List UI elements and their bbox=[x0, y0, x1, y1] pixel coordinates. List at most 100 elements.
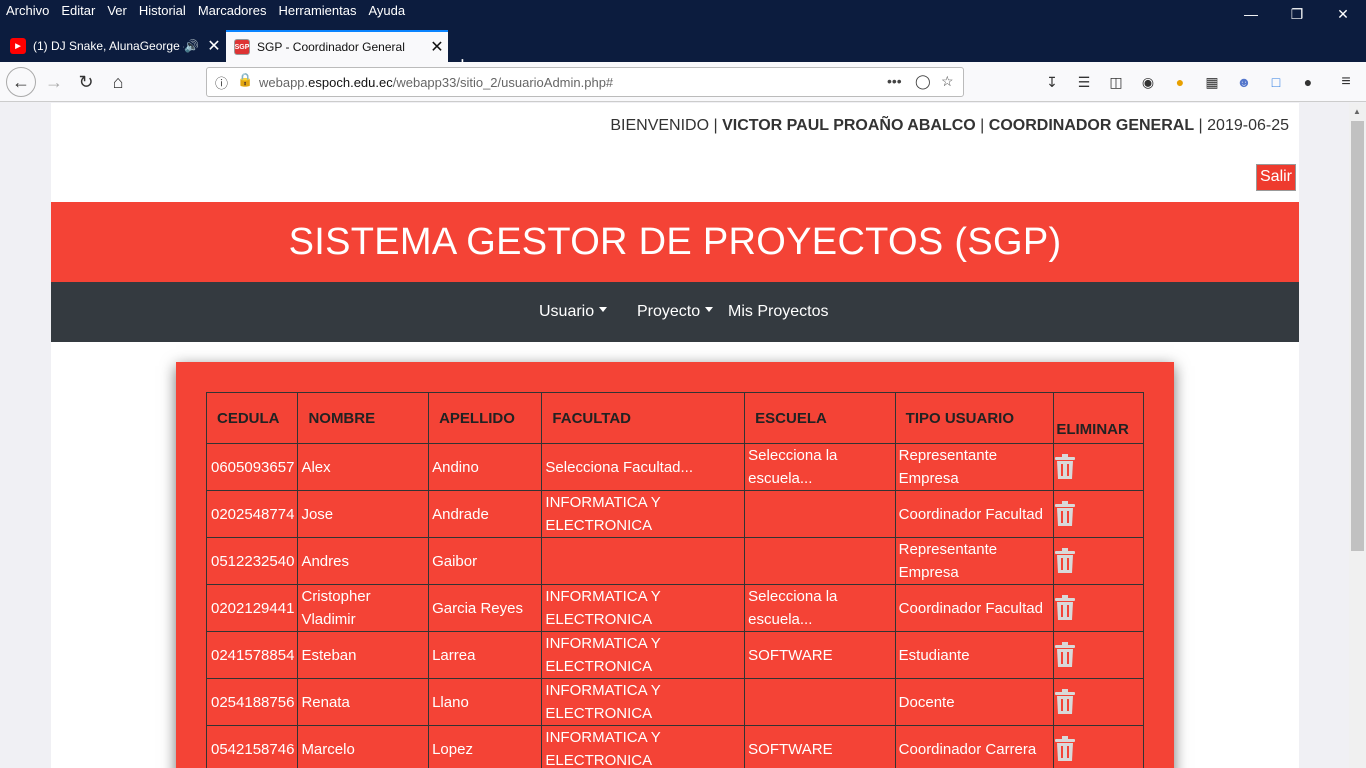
scroll-up-icon[interactable]: ▲ bbox=[1353, 107, 1361, 116]
nav-proyecto-dropdown[interactable]: Proyecto bbox=[637, 303, 714, 321]
delete-cell bbox=[1053, 631, 1144, 679]
facultad-cell: INFORMATICA Y ELECTRONICA bbox=[541, 631, 746, 679]
nombre-cell: Alex bbox=[297, 443, 430, 491]
bookmark-star-icon[interactable]: ☆ bbox=[941, 73, 954, 90]
table-row: 0202129441 Cristopher Vladimir Garcia Reye… bbox=[205, 584, 1144, 632]
apellido-cell: Garcia Reyes bbox=[428, 584, 543, 632]
forward-icon[interactable]: → bbox=[40, 68, 68, 96]
facultad-cell: INFORMATICA Y ELECTRONICA bbox=[541, 490, 746, 538]
table-row: 0254188756 Renata Llano INFORMATICA Y ELECT… bbox=[205, 678, 1144, 726]
translate-icon[interactable]: □ bbox=[1266, 72, 1286, 92]
page-title: SISTEMA GESTOR DE PROYECTOS (SGP) bbox=[288, 220, 1062, 263]
cedula-cell: 0241578854 bbox=[205, 631, 299, 679]
sgp-favicon: SGP bbox=[234, 39, 250, 55]
tab-title: SGP - Coordinador General bbox=[257, 40, 405, 54]
trash-icon[interactable] bbox=[1054, 689, 1076, 715]
cedula-cell: 0512232540 bbox=[205, 537, 299, 585]
trash-icon[interactable] bbox=[1054, 501, 1076, 527]
tipo-usuario-cell: Representante Empresa bbox=[894, 443, 1055, 491]
reload-icon[interactable]: ↻ bbox=[72, 68, 100, 96]
delete-cell bbox=[1053, 725, 1144, 768]
header-tipo-usuario: TIPO USUARIO bbox=[894, 392, 1055, 444]
extension-dots-icon[interactable]: ● bbox=[1298, 72, 1318, 92]
apellido-cell: Lopez bbox=[428, 725, 543, 768]
browser-menubar: Archivo Editar Ver Historial Marcadores … bbox=[0, 0, 1366, 24]
menu-historial[interactable]: Historial bbox=[139, 3, 186, 18]
page-banner: SISTEMA GESTOR DE PROYECTOS (SGP) bbox=[51, 202, 1299, 282]
page-container: BIENVENIDO | VICTOR PAUL PROAÑO ABALCO |… bbox=[51, 103, 1299, 768]
menu-editar[interactable]: Editar bbox=[61, 3, 95, 18]
menu-archivo[interactable]: Archivo bbox=[6, 3, 49, 18]
user-name: VICTOR PAUL PROAÑO ABALCO bbox=[722, 117, 976, 134]
escuela-cell: Selecciona la escuela... bbox=[744, 584, 896, 632]
apellido-cell: Gaibor bbox=[428, 537, 543, 585]
apellido-cell: Llano bbox=[428, 678, 543, 726]
facultad-cell bbox=[541, 537, 746, 585]
speaker-icon[interactable]: 🔊 bbox=[184, 39, 199, 53]
tipo-usuario-cell: Docente bbox=[894, 678, 1055, 726]
nombre-cell: Renata bbox=[297, 678, 430, 726]
escuela-cell: SOFTWARE bbox=[744, 725, 896, 768]
sidebar-icon[interactable]: ◫ bbox=[1106, 72, 1126, 92]
tab-youtube[interactable]: ▶ (1) DJ Snake, AlunaGeorge - 🔊 ✕ bbox=[0, 30, 225, 62]
table-header-row: CEDULA NOMBRE APELLIDO FACULTAD ESCUELA … bbox=[205, 392, 1144, 444]
nombre-cell: Andres bbox=[297, 537, 430, 585]
extension-face-icon[interactable]: ☻ bbox=[1234, 72, 1254, 92]
extension-icon[interactable]: ● bbox=[1170, 72, 1190, 92]
close-tab-icon[interactable]: ✕ bbox=[426, 37, 448, 57]
tipo-usuario-cell: Representante Empresa bbox=[894, 537, 1055, 585]
escuela-cell bbox=[744, 537, 896, 585]
escuela-cell bbox=[744, 678, 896, 726]
logout-button[interactable]: Salir bbox=[1256, 164, 1297, 191]
hamburger-menu-icon[interactable]: ≡ bbox=[1336, 72, 1356, 92]
account-icon[interactable]: ◉ bbox=[1138, 72, 1158, 92]
apellido-cell: Andino bbox=[428, 443, 543, 491]
trash-icon[interactable] bbox=[1054, 642, 1076, 668]
escuela-cell bbox=[744, 490, 896, 538]
pocket-icon[interactable]: ◯ bbox=[915, 73, 931, 90]
menu-ver[interactable]: Ver bbox=[107, 3, 127, 18]
info-icon[interactable]: ⓘ bbox=[215, 73, 228, 92]
back-icon[interactable]: ← bbox=[6, 67, 36, 97]
menu-marcadores[interactable]: Marcadores bbox=[198, 3, 267, 18]
tipo-usuario-cell: Coordinador Facultad bbox=[894, 584, 1055, 632]
delete-cell bbox=[1053, 584, 1144, 632]
header-cedula: CEDULA bbox=[205, 392, 299, 444]
menu-herramientas[interactable]: Herramientas bbox=[278, 3, 356, 18]
library-icon[interactable]: ☰ bbox=[1074, 72, 1094, 92]
nombre-cell: Jose bbox=[297, 490, 430, 538]
tipo-usuario-cell: Estudiante bbox=[894, 631, 1055, 679]
page-actions-icon[interactable]: ••• bbox=[887, 73, 902, 89]
delete-cell bbox=[1053, 490, 1144, 538]
cedula-cell: 0202129441 bbox=[205, 584, 299, 632]
trash-icon[interactable] bbox=[1054, 454, 1076, 480]
users-table: CEDULA NOMBRE APELLIDO FACULTAD ESCUELA … bbox=[205, 392, 1144, 768]
scrollbar-thumb[interactable] bbox=[1351, 121, 1364, 551]
tab-sgp[interactable]: SGP SGP - Coordinador General ✕ bbox=[226, 30, 448, 62]
user-role: COORDINADOR GENERAL bbox=[988, 117, 1195, 134]
download-icon[interactable]: ↧ bbox=[1042, 72, 1062, 92]
delete-cell bbox=[1053, 678, 1144, 726]
trash-icon[interactable] bbox=[1054, 548, 1076, 574]
table-row: 0542158746 Marcelo Lopez INFORMATICA Y ELEC… bbox=[205, 725, 1144, 768]
home-icon[interactable]: ⌂ bbox=[104, 68, 132, 96]
insecure-lock-icon[interactable]: 🔒 bbox=[237, 72, 253, 88]
cedula-cell: 0542158746 bbox=[205, 725, 299, 768]
extension-bars-icon[interactable]: ▦ bbox=[1202, 72, 1222, 92]
url-bar[interactable]: ⓘ 🔒 webapp.espoch.edu.ec/webapp33/sitio_… bbox=[206, 67, 964, 97]
nav-proyecto-label: Proyecto bbox=[637, 303, 701, 320]
nombre-cell: Cristopher Vladimir bbox=[297, 584, 430, 632]
close-tab-icon[interactable]: ✕ bbox=[203, 36, 225, 56]
escuela-cell: Selecciona la escuela... bbox=[744, 443, 896, 491]
url-domain: espoch.edu.ec bbox=[308, 75, 393, 90]
table-row: 0512232540 Andres Gaibor Representante Empr… bbox=[205, 537, 1144, 585]
nav-usuario-dropdown[interactable]: Usuario bbox=[539, 303, 608, 321]
page-scrollbar[interactable]: ▲ bbox=[1349, 103, 1366, 768]
current-date: 2019-06-25 bbox=[1207, 117, 1289, 134]
table-row: 0605093657 Alex Andino Selecciona Facultad.… bbox=[205, 443, 1144, 491]
trash-icon[interactable] bbox=[1054, 736, 1076, 762]
trash-icon[interactable] bbox=[1054, 595, 1076, 621]
nav-mis-proyectos[interactable]: Mis Proyectos bbox=[728, 303, 828, 321]
menu-ayuda[interactable]: Ayuda bbox=[368, 3, 405, 18]
header-facultad: FACULTAD bbox=[541, 392, 746, 444]
